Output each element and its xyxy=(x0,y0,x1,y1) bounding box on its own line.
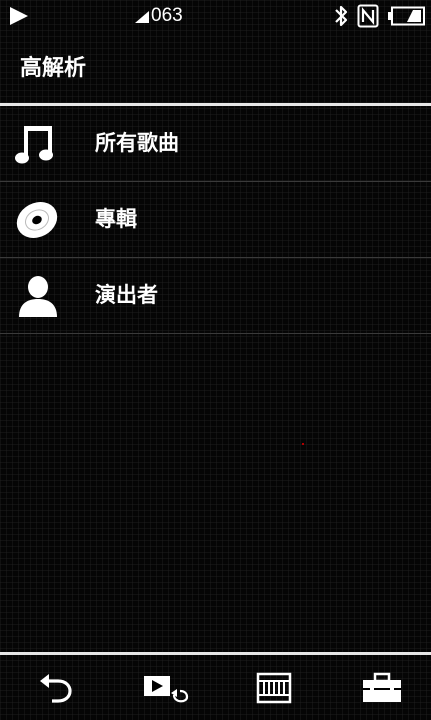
volume-level: 063 xyxy=(151,5,183,26)
menu-item-label: 專輯 xyxy=(95,207,137,231)
toolbox-icon xyxy=(363,672,401,702)
volume-icon xyxy=(135,11,149,23)
menu-item-label: 所有歌曲 xyxy=(95,131,179,155)
back-button[interactable] xyxy=(30,669,86,709)
nfc-icon xyxy=(357,4,379,28)
menu-item-label: 演出者 xyxy=(95,283,158,307)
library-button[interactable] xyxy=(248,669,304,709)
person-icon xyxy=(19,276,57,317)
tools-button[interactable] xyxy=(355,669,411,709)
volume-indicator: 063 xyxy=(135,5,183,27)
now-playing-button[interactable] xyxy=(140,669,196,709)
bluetooth-icon xyxy=(335,5,348,27)
screen-artifact xyxy=(302,443,304,445)
menu-list: 所有歌曲 專輯 演出者 xyxy=(0,106,431,334)
menu-item-all-songs[interactable]: 所有歌曲 xyxy=(0,106,431,182)
library-icon xyxy=(256,672,292,704)
music-note-icon xyxy=(15,126,53,164)
disc-icon xyxy=(16,202,58,238)
page-title: 高解析 xyxy=(20,56,87,81)
battery-icon xyxy=(388,6,425,26)
menu-item-albums[interactable]: 專輯 xyxy=(0,182,431,258)
play-status-icon xyxy=(10,7,28,25)
menu-item-artists[interactable]: 演出者 xyxy=(0,258,431,334)
bottom-toolbar xyxy=(0,655,431,720)
now-playing-return-icon xyxy=(144,676,189,703)
back-arrow-icon xyxy=(40,674,72,703)
status-bar: 063 xyxy=(0,0,431,32)
